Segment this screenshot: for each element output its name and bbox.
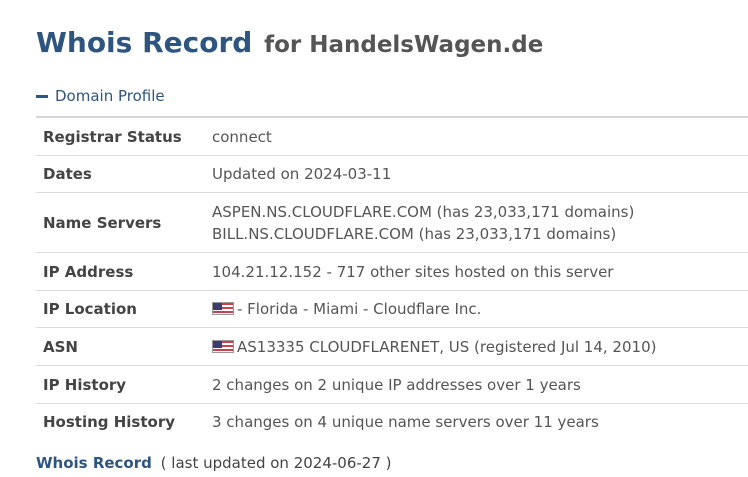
row-value: AS13335 CLOUDFLARENET, US (registered Ju…	[212, 328, 748, 366]
domain-profile-table: Registrar Status connect Dates Updated o…	[36, 116, 748, 440]
whois-record-link[interactable]: Whois Record	[36, 454, 152, 472]
row-label: IP Address	[43, 262, 134, 281]
row-label: IP History	[43, 375, 127, 394]
ip-location-text: - Florida - Miami - Cloudflare Inc.	[237, 300, 482, 318]
row-label: ASN	[43, 337, 78, 356]
page-title-domain: for HandelsWagen.de	[264, 32, 544, 58]
name-server-line: ASPEN.NS.CLOUDFLARE.COM (has 23,033,171 …	[212, 202, 635, 221]
table-row: IP Address 104.21.12.152 - 717 other sit…	[36, 252, 748, 291]
us-flag-icon	[212, 302, 234, 315]
row-label: Hosting History	[43, 413, 176, 431]
domain-profile-label: Domain Profile	[55, 87, 165, 105]
table-row: Registrar Status connect	[36, 117, 748, 156]
table-row: Hosting History 3 changes on 4 unique na…	[36, 403, 748, 441]
table-row: ASN AS13335 CLOUDFLARENET, US (registere…	[36, 327, 748, 366]
us-flag-icon	[212, 339, 234, 353]
table-row: Dates Updated on 2024-03-11	[36, 155, 748, 193]
row-label: IP Location	[43, 300, 137, 318]
table-row: IP History 2 changes on 2 unique IP addr…	[36, 365, 748, 404]
row-label: Name Servers	[43, 213, 162, 232]
name-server-line: BILL.NS.CLOUDFLARE.COM (has 23,033,171 d…	[212, 224, 617, 243]
row-label: Dates	[43, 165, 92, 183]
page-title: Whois Record for HandelsWagen.de	[36, 26, 543, 62]
row-value: ASPEN.NS.CLOUDFLARE.COM (has 23,033,171 …	[212, 193, 748, 253]
table-row: IP Location - Florida - Miami - Cloudfla…	[36, 290, 748, 328]
row-value: Updated on 2024-03-11	[212, 165, 392, 183]
row-value: 104.21.12.152 - 717 other sites hosted o…	[212, 262, 614, 281]
domain-profile-toggle[interactable]: Domain Profile	[36, 87, 165, 105]
row-value: 3 changes on 4 unique name servers over …	[212, 413, 599, 431]
page-title-main: Whois Record	[36, 26, 253, 59]
last-updated-note: ( last updated on 2024-06-27 )	[160, 454, 392, 472]
row-value: - Florida - Miami - Cloudflare Inc.	[212, 291, 748, 328]
minus-icon	[36, 94, 48, 98]
asn-text: AS13335 CLOUDFLARENET, US (registered Ju…	[237, 337, 657, 356]
row-value: 2 changes on 2 unique IP addresses over …	[212, 375, 581, 394]
row-value: connect	[212, 127, 272, 146]
row-label: Registrar Status	[43, 127, 182, 146]
table-row: Name Servers ASPEN.NS.CLOUDFLARE.COM (ha…	[36, 192, 748, 253]
whois-record-footer: Whois Record ( last updated on 2024-06-2…	[36, 454, 392, 472]
